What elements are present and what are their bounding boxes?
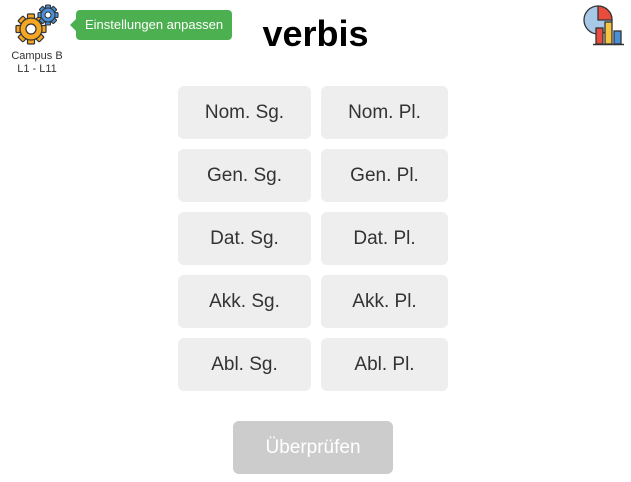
case-button-dat-sg[interactable]: Dat. Sg. [178,212,311,265]
case-button-abl-pl[interactable]: Abl. Pl. [321,338,448,391]
case-button-gen-sg[interactable]: Gen. Sg. [178,149,311,202]
case-button-abl-sg[interactable]: Abl. Sg. [178,338,311,391]
case-button-dat-pl[interactable]: Dat. Pl. [321,212,448,265]
case-button-nom-pl[interactable]: Nom. Pl. [321,86,448,139]
check-button[interactable]: Überprüfen [233,421,393,474]
case-button-akk-sg[interactable]: Akk. Sg. [178,275,311,328]
campus-line-2: L1 - L11 [17,63,57,75]
case-button-gen-pl[interactable]: Gen. Pl. [321,149,448,202]
page-title: verbis [262,13,369,54]
statistics-icon[interactable] [581,4,625,46]
case-button-akk-pl[interactable]: Akk. Pl. [321,275,448,328]
case-button-nom-sg[interactable]: Nom. Sg. [178,86,311,139]
